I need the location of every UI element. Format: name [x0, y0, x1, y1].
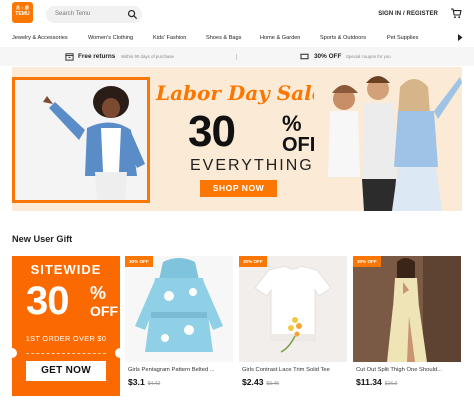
signin-register-link[interactable]: SIGN IN / REGISTER [378, 10, 438, 18]
product-card[interactable]: 30% OFF Cut Out Split Thigh One Should..… [353, 256, 461, 396]
divider [236, 54, 237, 60]
chevron-right-icon[interactable] [456, 33, 464, 42]
get-now-button[interactable]: GET NOW [26, 361, 106, 381]
search-icon[interactable] [127, 9, 138, 20]
nav-item-womens-clothing[interactable]: Women's Clothing [88, 34, 133, 42]
header: 兆 • 顺 TEMU Search Temu SIGN IN / REGISTE… [0, 0, 474, 30]
product-card[interactable]: 30% OFF Girls Pentagram Pattern Belted .… [125, 256, 233, 396]
discount-badge: 30% OFF [353, 256, 381, 267]
banner-percent: 30 [188, 107, 236, 156]
coupon-notch-right [115, 348, 120, 358]
banner-everything: EVERYTHING [190, 157, 314, 174]
product-old-price: $16.2 [384, 381, 398, 387]
hero-image-right [314, 67, 462, 211]
discount-title: 30% OFF [314, 53, 342, 60]
discount-badge: 30% OFF [125, 256, 153, 267]
coupon-icon [300, 53, 309, 60]
product-price: $2.43 [242, 377, 264, 387]
free-returns-sub: Within 90 days of purchase [121, 54, 174, 59]
nav-item-home-garden[interactable]: Home & Garden [260, 34, 300, 42]
product-price-row: $2.43 $3.46 [242, 376, 279, 390]
free-returns-title: Free returns [78, 53, 116, 60]
coupon-off: % OFF [90, 284, 118, 319]
new-user-gift-title: New User Gift [12, 234, 73, 244]
coupon-sitewide: SITEWIDE [30, 262, 102, 277]
nav-item-sports-outdoors[interactable]: Sports & Outdoors [320, 34, 366, 42]
product-card[interactable]: 30% OFF Girls Contrast Lace Trim Solid T… [239, 256, 347, 396]
product-name[interactable]: Girls Pentagram Pattern Belted ... [128, 366, 232, 374]
product-old-price: $4.42 [147, 381, 161, 387]
coupon-off-label: OFF [90, 303, 118, 319]
product-price: $3.1 [128, 377, 145, 387]
logo-line1: 兆 • 顺 [15, 5, 30, 10]
nav-item-kids-fashion[interactable]: Kids' Fashion [153, 34, 186, 42]
category-nav: Jewelry & Accessories Women's Clothing K… [0, 30, 474, 46]
product-price-row: $3.1 $4.42 [128, 376, 160, 390]
product-price-row: $11.34 $16.2 [356, 376, 397, 390]
info-bar: Free returns Within 90 days of purchase … [0, 47, 474, 66]
discount-sub: Special coupon for you [346, 54, 391, 59]
return-box-icon [65, 53, 74, 61]
coupon-percent: 30 [26, 279, 69, 323]
hero-image-left [12, 77, 150, 203]
search-placeholder: Search Temu [55, 11, 91, 17]
product-old-price: $3.46 [266, 381, 280, 387]
coupon-percent-sign: % [90, 283, 107, 303]
product-price: $11.34 [356, 377, 382, 387]
search-input[interactable]: Search Temu [46, 6, 142, 23]
product-name[interactable]: Girls Contrast Lace Trim Solid Tee [242, 366, 346, 374]
nav-item-shoes-bags[interactable]: Shoes & Bags [206, 34, 241, 42]
product-image[interactable]: 30% OFF [125, 256, 233, 362]
product-image[interactable]: 30% OFF [353, 256, 461, 362]
discount-badge: 30% OFF [239, 256, 267, 267]
sitewide-coupon[interactable]: SITEWIDE 30 % OFF 1ST ORDER OVER $0 GET … [12, 256, 120, 396]
logo-line2: TEMU [15, 11, 30, 17]
sale-title: Labor Day Sale [156, 81, 325, 105]
nav-item-jewelry[interactable]: Jewelry & Accessories [12, 34, 68, 42]
product-name[interactable]: Cut Out Split Thigh One Should... [356, 366, 460, 374]
labor-day-banner[interactable]: Labor Day Sale 30 % OFF EVERYTHING SHOP … [12, 67, 462, 211]
shop-now-button[interactable]: SHOP NOW [200, 180, 277, 197]
cart-icon[interactable] [450, 7, 462, 19]
temu-logo[interactable]: 兆 • 顺 TEMU [12, 2, 33, 23]
coupon-notch-left [12, 348, 17, 358]
nav-item-pet-supplies[interactable]: Pet Supplies [387, 34, 418, 42]
coupon-dashed-divider [26, 353, 106, 354]
coupon-order-condition: 1ST ORDER OVER $0 [25, 334, 107, 343]
product-image[interactable]: 30% OFF [239, 256, 347, 362]
